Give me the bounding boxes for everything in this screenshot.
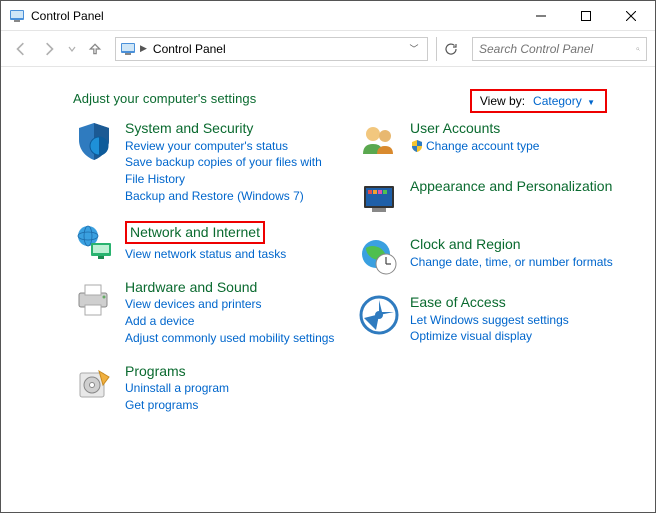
programs-icon — [73, 363, 115, 405]
network-icon — [73, 221, 115, 263]
users-icon — [358, 120, 400, 162]
ease-of-access-icon — [358, 294, 400, 336]
category-link[interactable]: View network status and tasks — [125, 246, 286, 263]
up-button[interactable] — [83, 37, 107, 61]
category-programs: Programs Uninstall a program Get program… — [73, 363, 340, 414]
category-user-accounts: User Accounts Change account type — [358, 120, 625, 162]
breadcrumb[interactable]: Control Panel — [153, 42, 226, 56]
category-link[interactable]: Get programs — [125, 397, 229, 414]
navbar: ▶ Control Panel ﹀ — [1, 31, 655, 67]
appearance-icon — [358, 178, 400, 220]
category-link[interactable]: View devices and printers — [125, 296, 334, 313]
recent-dropdown[interactable] — [65, 37, 79, 61]
control-panel-icon — [9, 8, 25, 24]
category-title[interactable]: Appearance and Personalization — [410, 178, 612, 194]
back-button[interactable] — [9, 37, 33, 61]
category-title[interactable]: Hardware and Sound — [125, 279, 257, 295]
refresh-button[interactable] — [436, 37, 464, 61]
uac-shield-icon — [410, 139, 424, 153]
category-appearance: Appearance and Personalization — [358, 178, 625, 220]
category-network-internet: Network and Internet View network status… — [73, 221, 340, 263]
category-title[interactable]: User Accounts — [410, 120, 500, 136]
category-ease-of-access: Ease of Access Let Windows suggest setti… — [358, 294, 625, 345]
shield-icon — [73, 120, 115, 162]
view-by-value[interactable]: Category — [533, 94, 582, 108]
globe-clock-icon — [358, 236, 400, 278]
right-column: User Accounts Change account type Appear… — [358, 120, 625, 414]
address-bar[interactable]: ▶ Control Panel ﹀ — [115, 37, 428, 61]
category-link[interactable]: Change account type — [410, 138, 539, 155]
category-link[interactable]: Backup and Restore (Windows 7) — [125, 188, 340, 205]
content-area: Adjust your computer's settings View by:… — [1, 67, 655, 424]
printer-icon — [73, 279, 115, 321]
category-link[interactable]: Review your computer's status — [125, 138, 340, 155]
control-panel-crumb-icon — [120, 41, 136, 57]
category-link[interactable]: Save backup copies of your files with Fi… — [125, 154, 340, 188]
category-link[interactable]: Optimize visual display — [410, 328, 569, 345]
titlebar: Control Panel — [1, 1, 655, 31]
view-by-label: View by: — [480, 94, 525, 108]
minimize-button[interactable] — [518, 1, 563, 30]
category-clock-region: Clock and Region Change date, time, or n… — [358, 236, 625, 278]
category-title[interactable]: Clock and Region — [410, 236, 521, 252]
close-button[interactable] — [608, 1, 653, 30]
breadcrumb-separator-icon[interactable]: ▶ — [140, 43, 147, 54]
category-title[interactable]: System and Security — [125, 120, 253, 136]
category-link[interactable]: Change date, time, or number formats — [410, 254, 613, 271]
forward-button[interactable] — [37, 37, 61, 61]
category-link[interactable]: Add a device — [125, 313, 334, 330]
search-box[interactable] — [472, 37, 647, 61]
category-hardware-sound: Hardware and Sound View devices and prin… — [73, 279, 340, 347]
highlight-box: Network and Internet — [125, 221, 265, 245]
search-input[interactable] — [479, 42, 636, 56]
category-title[interactable]: Programs — [125, 363, 186, 379]
search-icon[interactable] — [636, 42, 640, 56]
category-system-security: System and Security Review your computer… — [73, 120, 340, 205]
window-title: Control Panel — [31, 9, 518, 23]
view-by-control[interactable]: View by: Category ▼ — [470, 89, 607, 113]
left-column: System and Security Review your computer… — [73, 120, 340, 414]
category-link[interactable]: Let Windows suggest settings — [410, 312, 569, 329]
chevron-down-icon: ▼ — [587, 98, 595, 107]
category-link[interactable]: Adjust commonly used mobility settings — [125, 330, 334, 347]
category-title[interactable]: Ease of Access — [410, 294, 506, 310]
category-link[interactable]: Uninstall a program — [125, 380, 229, 397]
maximize-button[interactable] — [563, 1, 608, 30]
category-title[interactable]: Network and Internet — [130, 224, 260, 240]
address-dropdown-icon[interactable]: ﹀ — [405, 42, 423, 55]
